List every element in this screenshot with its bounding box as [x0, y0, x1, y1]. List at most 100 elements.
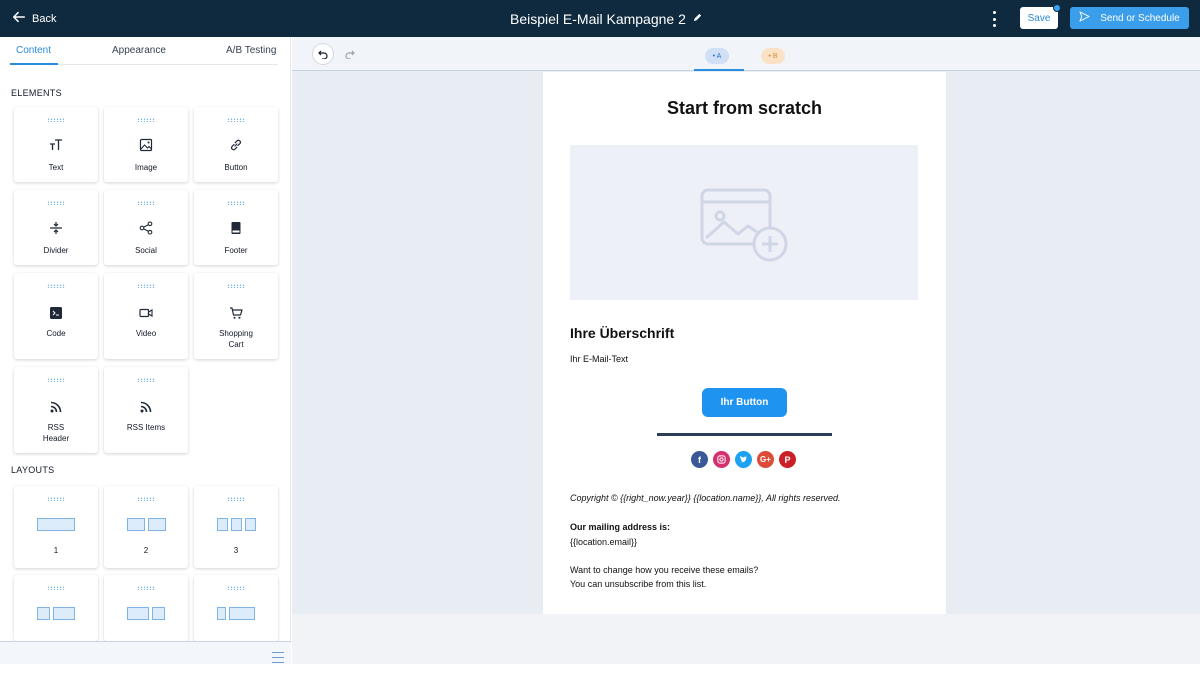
layout-tile-1-column[interactable]: 1: [14, 486, 98, 568]
share-icon: [139, 221, 153, 235]
canvas-toolbar: • A • B: [292, 37, 1200, 71]
drag-handle-icon[interactable]: [227, 586, 245, 590]
sidebar-tabs: Content Appearance A/B Testing: [0, 37, 291, 65]
email-preview: Start from scratch Ihre Überschrift Ihr …: [543, 72, 946, 614]
mailing-address-label[interactable]: Our mailing address is:: [570, 522, 670, 532]
undo-icon[interactable]: [313, 44, 333, 64]
drag-handle-icon[interactable]: [137, 201, 155, 205]
preferences-text[interactable]: Want to change how you receive these ema…: [570, 565, 758, 575]
drag-handle-icon[interactable]: [47, 497, 65, 501]
instagram-icon[interactable]: [713, 451, 730, 468]
facebook-icon[interactable]: f: [691, 451, 708, 468]
copyright-text[interactable]: Copyright © {{right_now.year}} {{locatio…: [570, 493, 840, 503]
google-plus-icon[interactable]: G+: [757, 451, 774, 468]
pencil-icon[interactable]: [692, 10, 703, 28]
drag-handle-icon[interactable]: [47, 201, 65, 205]
element-label: Footer: [224, 246, 248, 255]
social-icons-row[interactable]: f G+ P: [691, 451, 796, 468]
element-tile-button[interactable]: Button: [194, 107, 278, 182]
three-column-layout-icon: [217, 518, 256, 531]
email-body-text[interactable]: Ihr E-Mail-Text: [570, 354, 628, 364]
one-column-layout-icon: [37, 518, 75, 531]
drag-handle-icon[interactable]: [47, 378, 65, 382]
variant-b-tab[interactable]: • B: [761, 48, 785, 64]
element-tile-social[interactable]: Social: [104, 190, 188, 265]
menu-icon[interactable]: [272, 652, 284, 663]
element-tile-shopping-cart[interactable]: Shopping Cart: [194, 273, 278, 359]
drag-handle-icon[interactable]: [227, 118, 245, 122]
more-options-icon[interactable]: [987, 11, 1001, 27]
divider-icon: [49, 221, 63, 235]
save-button[interactable]: Save: [1020, 7, 1058, 29]
redo-icon[interactable]: [340, 44, 360, 64]
twitter-icon[interactable]: [735, 451, 752, 468]
element-tile-text[interactable]: Text: [14, 107, 98, 182]
layout-tile-3-columns[interactable]: 3: [194, 486, 278, 568]
two-column-layout-icon: [127, 518, 166, 531]
element-label: Button: [224, 163, 248, 172]
email-divider[interactable]: [657, 433, 832, 436]
element-label: Social: [135, 246, 157, 255]
layout-label: 1: [53, 546, 59, 555]
layout-tile-small-large[interactable]: [194, 575, 278, 641]
unsubscribe-text[interactable]: You can unsubscribe from this list.: [570, 579, 706, 589]
element-label: Video: [135, 329, 157, 338]
element-tile-image[interactable]: Image: [104, 107, 188, 182]
layout-tile-wide-narrow[interactable]: [104, 575, 188, 641]
layout-tile-2-columns[interactable]: 2: [104, 486, 188, 568]
element-tile-code[interactable]: Code: [14, 273, 98, 359]
tab-ab-testing[interactable]: A/B Testing: [226, 45, 276, 56]
rss-icon: [49, 400, 63, 414]
pinterest-icon[interactable]: P: [779, 451, 796, 468]
cart-icon: [229, 306, 243, 320]
footer-icon: [229, 221, 243, 235]
drag-handle-icon[interactable]: [227, 284, 245, 288]
element-label: RSS Items: [126, 423, 166, 432]
email-title[interactable]: Start from scratch: [543, 98, 946, 119]
layouts-heading: LAYOUTS: [11, 465, 55, 475]
terminal-icon: [49, 306, 63, 320]
drag-handle-icon[interactable]: [47, 118, 65, 122]
element-label: Image: [134, 163, 158, 172]
element-tile-divider[interactable]: Divider: [14, 190, 98, 265]
drag-handle-icon[interactable]: [137, 497, 155, 501]
arrow-left-icon: [12, 10, 26, 27]
campaign-title-group[interactable]: Beispiel E-Mail Kampagne 2: [510, 10, 703, 28]
drag-handle-icon[interactable]: [137, 586, 155, 590]
element-label: Text: [48, 163, 64, 172]
tab-appearance[interactable]: Appearance: [112, 45, 166, 56]
content-sidebar: Content Appearance A/B Testing ELEMENTS …: [0, 37, 291, 675]
send-or-schedule-button[interactable]: Send or Schedule: [1070, 7, 1189, 29]
tab-content[interactable]: Content: [16, 45, 51, 56]
send-icon: [1079, 11, 1090, 25]
element-label: RSS Header: [42, 423, 70, 443]
image-placeholder[interactable]: [570, 145, 918, 300]
active-tab-indicator: [10, 63, 58, 65]
image-icon: [139, 138, 153, 152]
back-button[interactable]: Back: [12, 10, 56, 27]
wide-narrow-layout-icon: [127, 607, 165, 620]
drag-handle-icon[interactable]: [227, 201, 245, 205]
variant-a-tab[interactable]: • A: [705, 48, 729, 64]
drag-handle-icon[interactable]: [137, 284, 155, 288]
canvas-bottom-area: [292, 614, 1200, 664]
drag-handle-icon[interactable]: [227, 497, 245, 501]
element-tile-rss-header[interactable]: RSS Header: [14, 367, 98, 453]
element-tile-rss-items[interactable]: RSS Items: [104, 367, 188, 453]
layout-label: 2: [143, 546, 149, 555]
layout-label: 3: [233, 546, 239, 555]
element-tile-video[interactable]: Video: [104, 273, 188, 359]
top-bar: Back Beispiel E-Mail Kampagne 2 Save Sen…: [0, 0, 1200, 37]
drag-handle-icon[interactable]: [137, 378, 155, 382]
drag-handle-icon[interactable]: [47, 586, 65, 590]
mailing-address-value[interactable]: {{location.email}}: [570, 537, 637, 547]
drag-handle-icon[interactable]: [137, 118, 155, 122]
email-cta-button[interactable]: Ihr Button: [702, 388, 787, 417]
drag-handle-icon[interactable]: [47, 284, 65, 288]
rss-icon: [139, 400, 153, 414]
layout-tile-narrow-wide[interactable]: [14, 575, 98, 641]
back-label: Back: [32, 12, 57, 25]
email-heading[interactable]: Ihre Überschrift: [570, 325, 674, 341]
active-variant-indicator: [694, 69, 744, 71]
element-tile-footer[interactable]: Footer: [194, 190, 278, 265]
